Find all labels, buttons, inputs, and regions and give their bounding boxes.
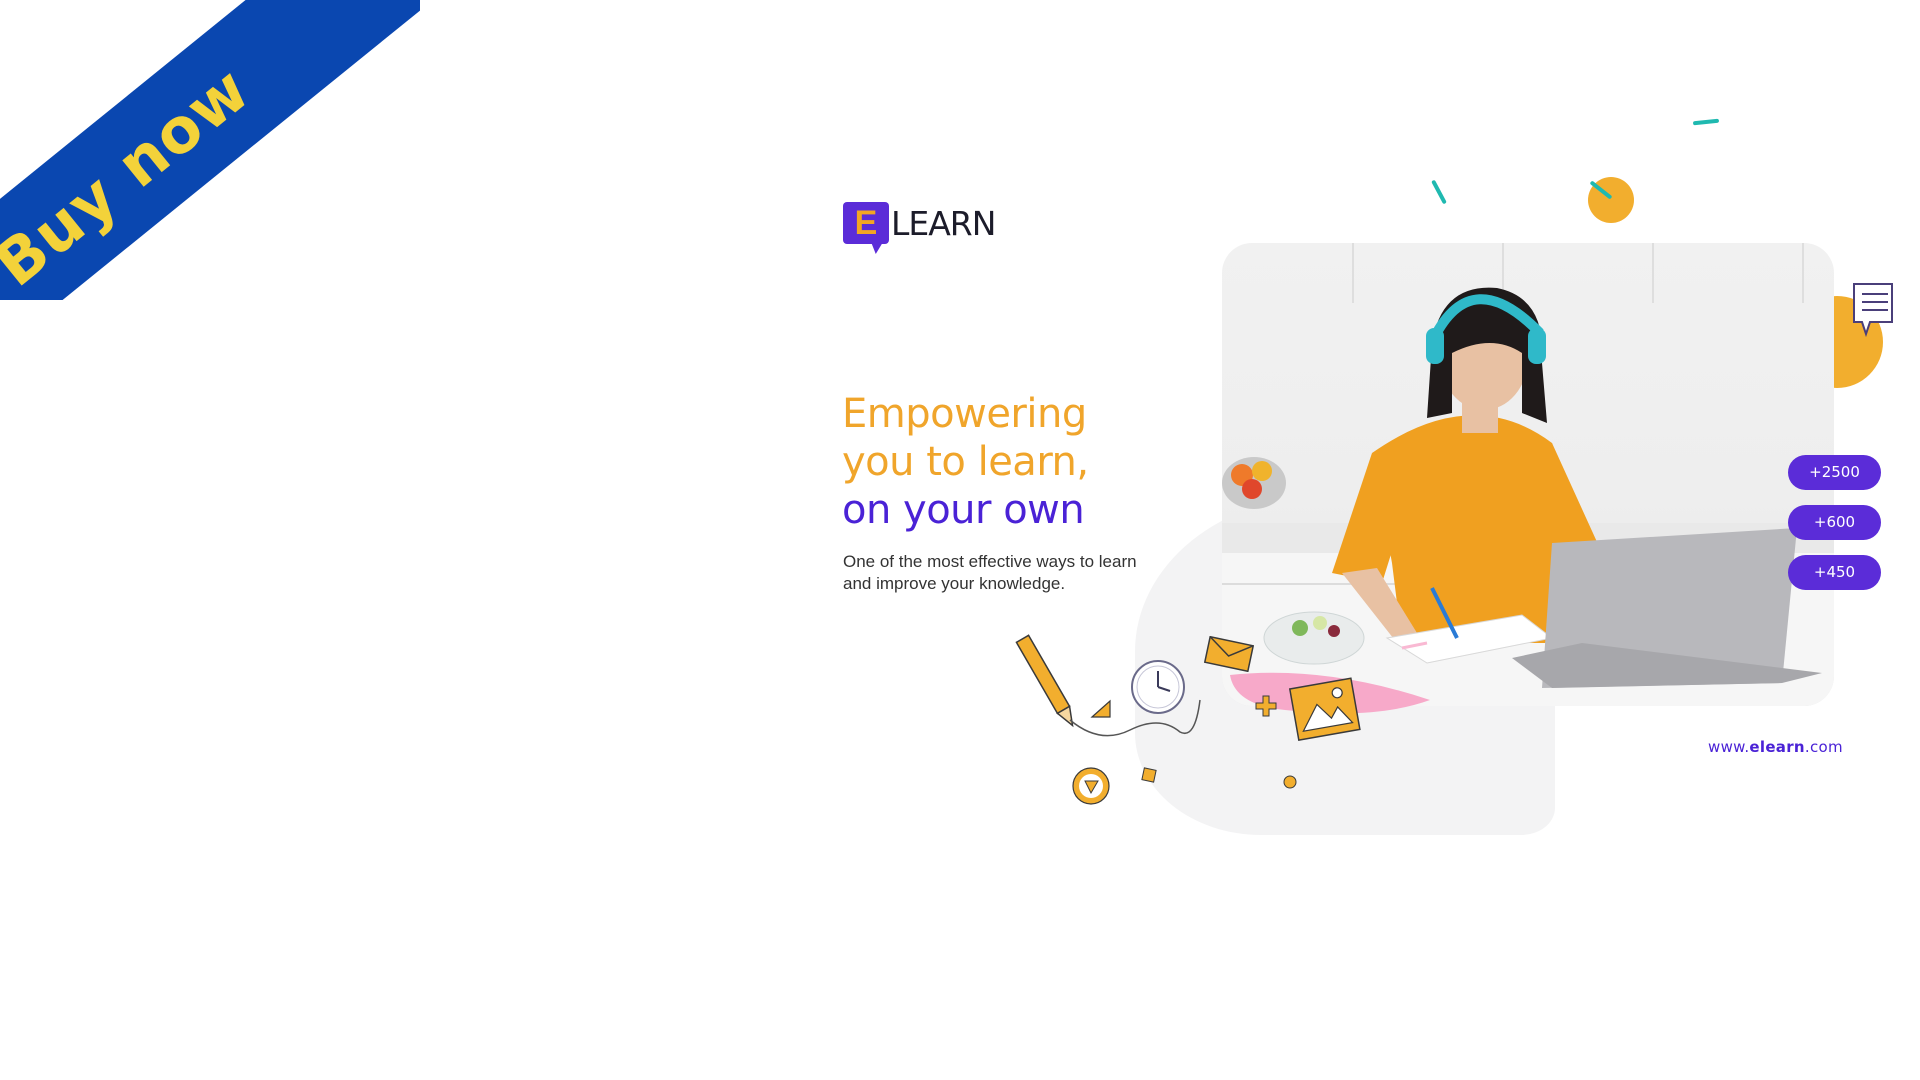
decorative-teal-dash-1 (1692, 118, 1720, 126)
buy-now-label[interactable]: Buy now (0, 52, 263, 300)
hero-photo (1222, 243, 1834, 706)
buy-now-banner[interactable]: Buy now (0, 0, 420, 300)
buy-now-ribbon[interactable]: Buy now (0, 0, 420, 300)
stat-pill-2: +600 (1788, 505, 1881, 540)
square-icon (1141, 767, 1157, 783)
clock-icon (1131, 660, 1185, 714)
hero-subtext: One of the most effective ways to learn … (843, 552, 1137, 593)
logo-mark: E (843, 202, 889, 244)
triangle-icon (1090, 699, 1111, 718)
logo-mark-letter: E (854, 204, 878, 242)
small-dot-icon (1283, 775, 1297, 789)
headline-line-1: Empowering (842, 391, 1087, 437)
url-prefix: www. (1708, 738, 1750, 756)
headline-line-3: on your own (842, 487, 1085, 533)
url-suffix: .com (1804, 738, 1843, 756)
elearn-logo: E LEARN (843, 195, 996, 251)
headline-line-2: you to learn, (842, 439, 1089, 485)
hero-headline: Empowering you to learn, on your own (842, 390, 1089, 534)
stat-pill-3: +450 (1788, 555, 1881, 590)
plus-icon (1255, 695, 1277, 717)
decorative-teal-dash-2 (1431, 179, 1447, 205)
envelope-icon (1204, 636, 1254, 672)
stat-pill-1: +2500 (1788, 455, 1881, 490)
url-brand: elearn (1749, 738, 1805, 756)
logo-text: LEARN (891, 203, 996, 243)
play-circle-icon (1072, 767, 1110, 805)
website-url[interactable]: www.elearn.com (1708, 738, 1843, 756)
chat-bubble-icon (1853, 283, 1893, 338)
student-illustration (1222, 287, 1822, 688)
image-icon (1288, 677, 1361, 742)
